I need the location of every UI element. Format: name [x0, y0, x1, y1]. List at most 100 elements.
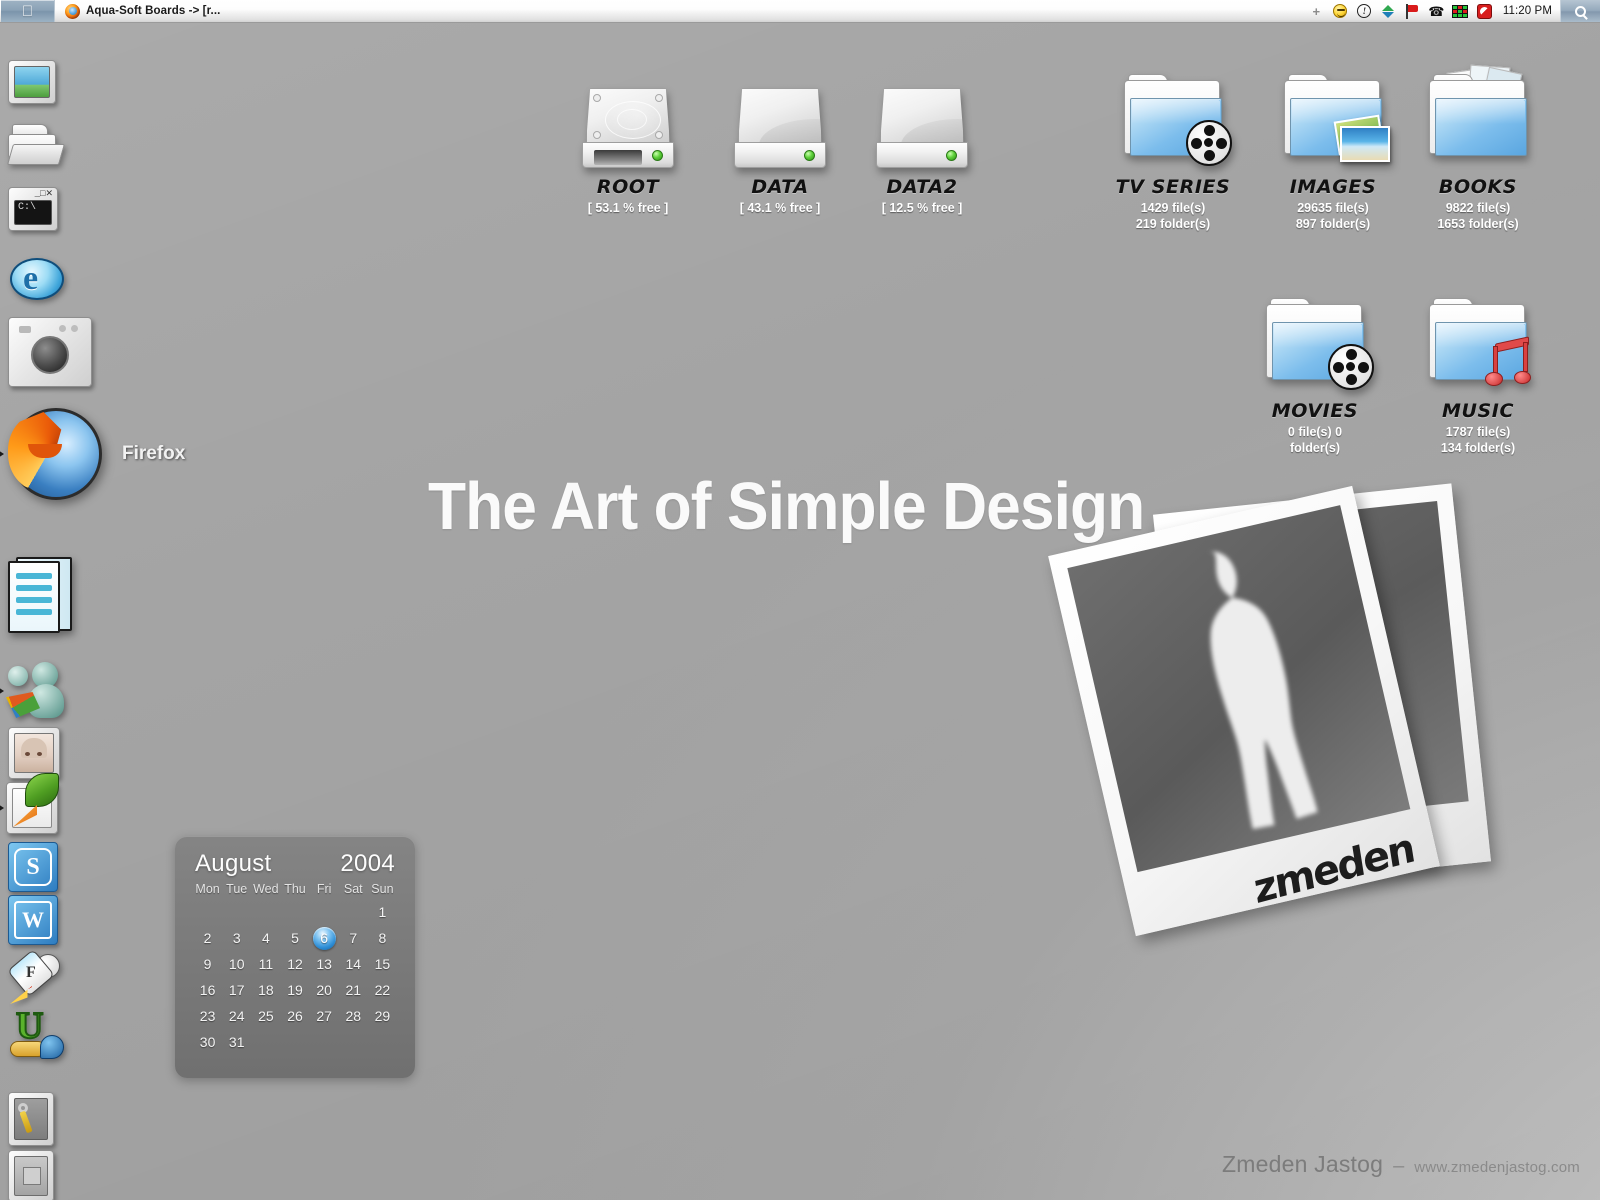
calendar-day[interactable]: 8 [368, 927, 397, 949]
desktop-icon-data[interactable]: DATA [ 43.1 % free ] [700, 62, 860, 216]
calendar-day-grid[interactable]: 1 2 3 4 5 6 7 8 9 10 11 12 13 14 15 16 17 18 19 20 21 22 23 24 2… [193, 901, 397, 1053]
calendar-day[interactable]: 20 [310, 979, 339, 1001]
calendar-weekday: Mon [195, 882, 220, 896]
dock-item-tools[interactable] [8, 1092, 54, 1146]
window-title-text: Aqua-Soft Boards -> [r... [86, 5, 221, 17]
word-icon: W [8, 895, 58, 945]
up-down-arrows-icon[interactable] [1380, 4, 1397, 19]
calendar-day[interactable]: 4 [251, 927, 280, 949]
calendar-day[interactable]: 21 [339, 979, 368, 1001]
smiley-icon[interactable] [1332, 4, 1349, 19]
calendar-day[interactable]: 10 [222, 953, 251, 975]
calendar-day[interactable]: 18 [251, 979, 280, 1001]
avatar-icon [8, 727, 60, 779]
desktop-icon-root[interactable]: ROOT [ 53.1 % free ] [548, 62, 708, 216]
calendar-day[interactable]: 27 [310, 1005, 339, 1027]
dock-item-word-processor[interactable]: W [8, 895, 58, 945]
dock-item-trash[interactable] [8, 1150, 54, 1200]
apple-menu-button[interactable]:  [1, 0, 55, 22]
credit-brand: Zmeden Jastog [1222, 1151, 1384, 1177]
calendar-day[interactable]: 29 [368, 1005, 397, 1027]
exclamation-circle-icon[interactable]: ! [1356, 4, 1373, 19]
drive-name: DATA2 [886, 176, 958, 198]
desktop-icon-images[interactable]: IMAGES 29635 file(s) 897 folder(s) [1253, 62, 1413, 233]
calendar-day[interactable]: 2 [193, 927, 222, 949]
dock-item-msn-messenger[interactable] [0, 660, 72, 722]
calendar-day[interactable]: 25 [251, 1005, 280, 1027]
wallpaper-headline: The Art of Simple Design [428, 469, 1145, 544]
folder-counts: 0 file(s) 0 folder(s) [1287, 425, 1343, 456]
calendar-day[interactable]: 31 [222, 1031, 251, 1053]
calendar-day[interactable]: 1 [368, 901, 397, 923]
photo-badge-icon [1340, 126, 1390, 162]
calendar-day[interactable]: 26 [280, 1005, 309, 1027]
dock-item-file-explorer[interactable] [6, 122, 66, 168]
dock-item-documents[interactable] [8, 557, 76, 635]
calendar-blank-cell [193, 901, 222, 923]
calendar-blank-cell [339, 901, 368, 923]
system-tray: + ! ☎ 11:20 PM [1308, 3, 1560, 19]
dock-item-anime-avatar[interactable] [8, 727, 60, 779]
dock-item-command-prompt[interactable]: C:\ _□✕ [8, 187, 58, 231]
utorrent-icon: U [8, 1006, 66, 1059]
plus-icon[interactable]: + [1308, 4, 1325, 19]
calendar-day[interactable]: 19 [280, 979, 309, 1001]
credit-url[interactable]: www.zmedenjastog.com [1414, 1159, 1580, 1176]
studio-icon: S [8, 842, 58, 892]
calendar-day[interactable]: 28 [339, 1005, 368, 1027]
calendar-weekday: Fri [316, 882, 332, 896]
desktop-icon-data2[interactable]: DATA2 [ 12.5 % free ] [842, 62, 1002, 216]
calendar-day[interactable]: 17 [222, 979, 251, 1001]
calendar-day[interactable]: 5 [280, 927, 309, 949]
desktop-icon-books[interactable]: BOOKS 9822 file(s) 1653 folder(s) [1398, 62, 1558, 233]
music-note-badge-icon [1485, 336, 1531, 388]
folder-icon [1235, 286, 1395, 394]
folder-icon [1398, 286, 1558, 394]
calendar-day[interactable]: 14 [339, 953, 368, 975]
calendar-day[interactable]: 3 [222, 927, 251, 949]
dock-item-display-settings[interactable] [8, 60, 56, 104]
hard-drive-icon [700, 62, 860, 170]
dock-item-flash-rocket[interactable]: F [7, 949, 64, 1006]
clock[interactable]: 11:20 PM [1500, 5, 1558, 17]
calendar-month: August [195, 850, 272, 877]
dock-item-feather-editor[interactable] [0, 773, 59, 834]
dock-item-camera[interactable] [8, 317, 92, 387]
calendar-weekday: Tue [226, 882, 248, 896]
wrench-icon [8, 1092, 54, 1146]
antivirus-icon[interactable] [1476, 3, 1493, 19]
folder-name: MOVIES [1271, 400, 1359, 422]
dock-item-utorrent[interactable]: U [8, 1006, 66, 1059]
phone-icon[interactable]: ☎ [1428, 4, 1445, 19]
calendar-day[interactable]: 12 [280, 953, 309, 975]
calendar-day[interactable]: 23 [193, 1005, 222, 1027]
folder-name: MUSIC [1441, 400, 1515, 422]
dock-item-studio-app[interactable]: S [8, 842, 58, 892]
flag-icon[interactable] [1404, 3, 1421, 19]
desktop-icon-music[interactable]: MUSIC 1787 file(s) 134 folder(s) [1398, 286, 1558, 457]
firefox-icon [6, 404, 106, 504]
calendar-day-today[interactable]: 6 [310, 926, 339, 950]
calendar-day[interactable]: 15 [368, 953, 397, 975]
calendar-day[interactable]: 24 [222, 1005, 251, 1027]
dock-item-internet-explorer[interactable]: e [8, 252, 66, 306]
calendar-day[interactable]: 7 [339, 927, 368, 949]
dock-item-firefox[interactable]: Firefox [0, 404, 185, 504]
calendar-day[interactable]: 11 [251, 953, 280, 975]
desktop-icon-tv-series[interactable]: TV SERIES 1429 file(s) 219 folder(s) [1093, 62, 1253, 233]
calendar-weekday: Sun [371, 882, 394, 896]
calendar-day[interactable]: 9 [193, 953, 222, 975]
calendar-day[interactable]: 22 [368, 979, 397, 1001]
calendar-day[interactable]: 16 [193, 979, 222, 1001]
desktop-icon-movies[interactable]: MOVIES 0 file(s) 0 folder(s) [1235, 286, 1395, 457]
folder-counts: 1787 file(s) 134 folder(s) [1440, 425, 1516, 456]
calendar-day[interactable]: 30 [193, 1031, 222, 1053]
spotlight-search-button[interactable] [1560, 0, 1600, 22]
calendar-day[interactable]: 13 [310, 953, 339, 975]
active-window-title[interactable]: Aqua-Soft Boards -> [r... [65, 3, 221, 19]
running-indicator [0, 804, 4, 812]
calendar-header: August 2004 [193, 850, 397, 882]
calendar-widget[interactable]: August 2004 Mon Tue Wed Thu Fri Sat Sun 123456… [175, 836, 415, 1078]
network-bars-icon[interactable] [1452, 4, 1469, 19]
calendar-weekday: Sat [343, 882, 363, 896]
